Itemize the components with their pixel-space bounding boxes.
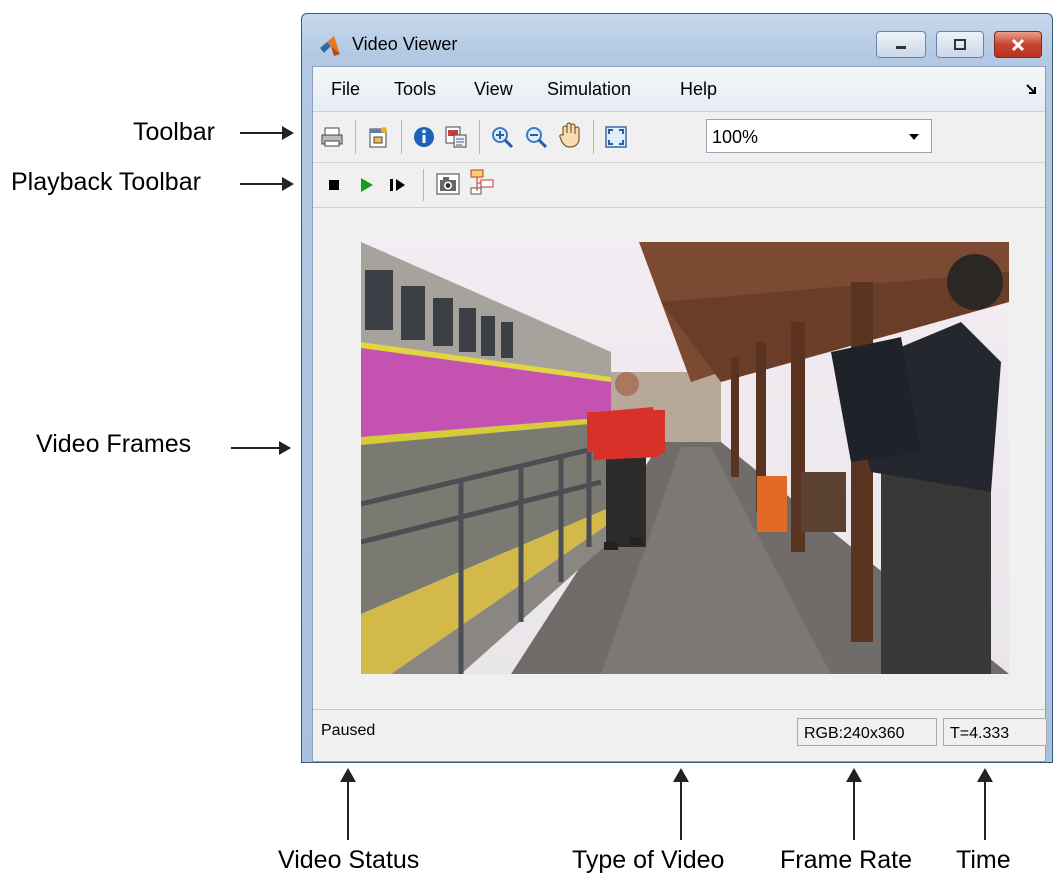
toolbar: 100% bbox=[313, 112, 1045, 163]
menu-view[interactable]: View bbox=[474, 79, 513, 100]
menu-tools[interactable]: Tools bbox=[394, 79, 436, 100]
playback-toolbar bbox=[313, 163, 1045, 208]
info-icon[interactable] bbox=[411, 124, 437, 150]
minimize-button[interactable] bbox=[876, 31, 926, 58]
annotation-video-status-label: Video Status bbox=[278, 846, 420, 874]
annotation-toolbar-label: Toolbar bbox=[133, 118, 215, 146]
dock-arrow-icon[interactable] bbox=[1025, 83, 1037, 95]
toolbar-separator bbox=[479, 120, 480, 154]
menu-bar: File Tools View Simulation Help bbox=[313, 67, 1045, 112]
close-button[interactable] bbox=[994, 31, 1042, 58]
annotation-toolbar-arrow bbox=[240, 126, 294, 140]
annotation-video-frames-label: Video Frames bbox=[36, 430, 192, 458]
annotation-frame-rate-arrow bbox=[846, 768, 862, 840]
video-frame[interactable] bbox=[361, 242, 1009, 674]
video-viewer-window: Video Viewer File Tools View Simulation … bbox=[301, 13, 1053, 763]
step-forward-icon[interactable] bbox=[385, 172, 411, 198]
toolbar-separator bbox=[423, 169, 424, 201]
pan-hand-icon[interactable] bbox=[557, 122, 583, 148]
print-icon[interactable] bbox=[319, 124, 345, 150]
maximize-icon bbox=[954, 38, 966, 50]
toolbar-separator bbox=[593, 120, 594, 154]
annotation-video-status-arrow bbox=[340, 768, 356, 840]
video-display-area bbox=[313, 208, 1045, 698]
video-status-text: Paused bbox=[321, 722, 376, 739]
zoom-level-dropdown[interactable]: 100% bbox=[706, 119, 932, 153]
menu-file[interactable]: File bbox=[331, 79, 360, 100]
annotation-frame-rate-label: Frame Rate bbox=[780, 846, 912, 874]
window-title: Video Viewer bbox=[352, 34, 458, 54]
title-bar[interactable]: Video Viewer bbox=[302, 14, 1052, 66]
video-type-field: RGB:240x360 bbox=[797, 718, 937, 746]
annotation-playback-toolbar-label: Playback Toolbar bbox=[11, 168, 201, 196]
close-icon bbox=[1011, 38, 1025, 51]
menu-simulation[interactable]: Simulation bbox=[547, 79, 631, 100]
window-client-area: File Tools View Simulation Help 100% Pau… bbox=[312, 66, 1047, 762]
annotation-playback-toolbar-arrow bbox=[240, 177, 294, 191]
minimize-icon bbox=[896, 45, 906, 49]
properties-icon[interactable] bbox=[443, 124, 469, 150]
snapshot-icon[interactable] bbox=[435, 171, 461, 197]
toolbar-separator bbox=[401, 120, 402, 154]
annotation-time-arrow bbox=[977, 768, 993, 840]
zoom-level-value: 100% bbox=[712, 127, 759, 147]
status-bar: Paused RGB:240x360 T=4.333 bbox=[313, 709, 1047, 753]
highlight-block-icon[interactable] bbox=[469, 169, 495, 195]
time-field: T=4.333 bbox=[943, 718, 1047, 746]
train-platform-scene bbox=[361, 242, 1009, 674]
fit-to-view-icon[interactable] bbox=[603, 124, 629, 150]
annotation-type-of-video-label: Type of Video bbox=[572, 846, 725, 874]
chevron-down-icon bbox=[909, 134, 919, 140]
stop-icon[interactable] bbox=[321, 172, 347, 198]
annotation-time-label: Time bbox=[956, 846, 1011, 874]
toolbar-separator bbox=[355, 120, 356, 154]
menu-help[interactable]: Help bbox=[680, 79, 717, 100]
zoom-out-icon[interactable] bbox=[523, 124, 549, 150]
annotation-type-of-video-arrow bbox=[673, 768, 689, 840]
maximize-button[interactable] bbox=[936, 31, 984, 58]
annotation-video-frames-arrow bbox=[231, 441, 291, 455]
play-icon[interactable] bbox=[353, 172, 379, 198]
zoom-in-icon[interactable] bbox=[489, 124, 515, 150]
matlab-logo-icon bbox=[320, 36, 340, 56]
new-window-icon[interactable] bbox=[365, 124, 391, 150]
